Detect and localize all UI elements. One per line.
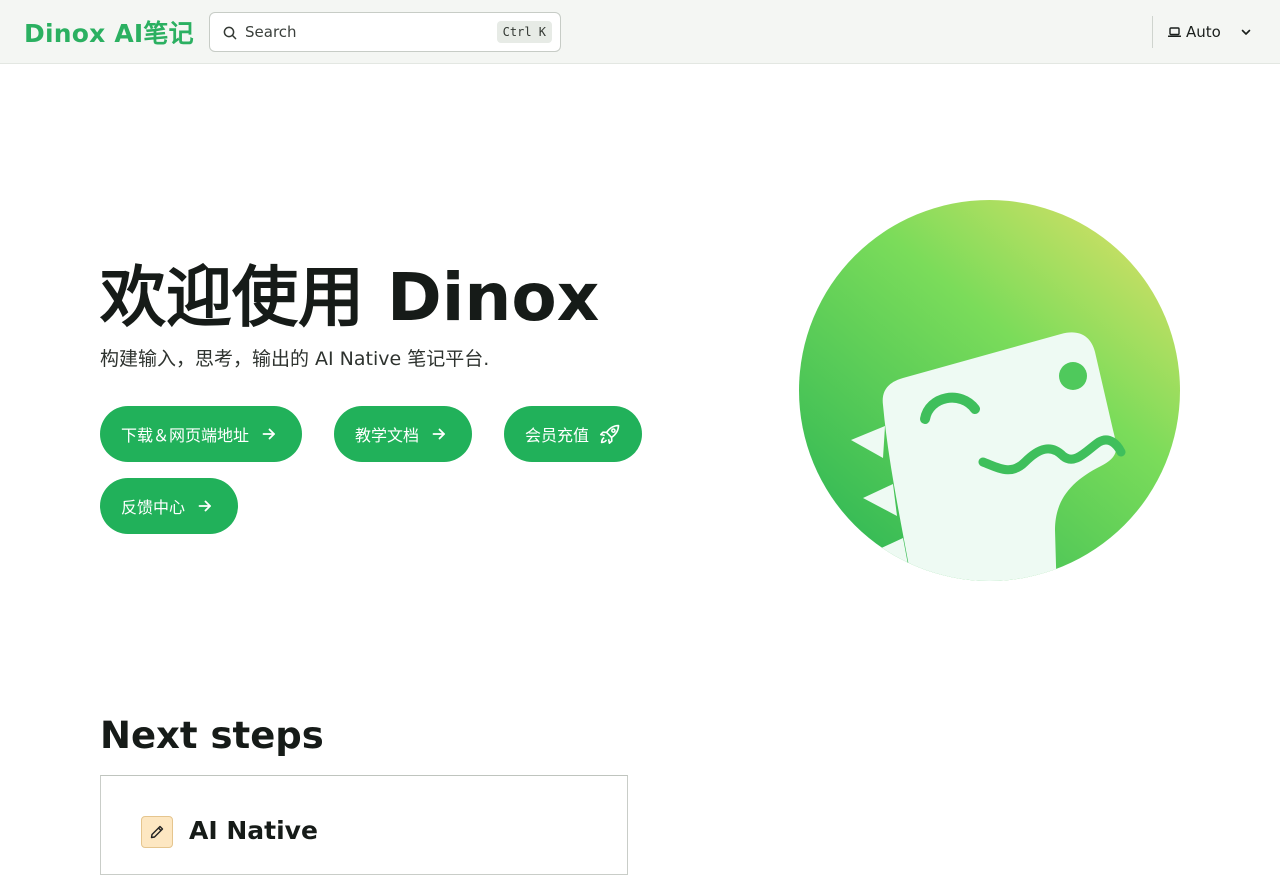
docs-button-label: 教学文档 — [355, 426, 420, 445]
chevron-down-icon — [1241, 29, 1251, 35]
search-icon — [223, 26, 237, 40]
membership-button[interactable]: 会员充值 — [504, 406, 642, 462]
download-button[interactable]: 下载＆网页端地址 — [100, 406, 302, 462]
feature-card-title: AI Native — [189, 816, 318, 845]
feedback-button-label: 反馈中心 — [121, 498, 186, 517]
feedback-button[interactable]: 反馈中心 — [100, 478, 238, 534]
hero-subtitle: 构建输入，思考，输出的 AI Native 笔记平台. — [100, 348, 490, 370]
rocket-icon — [600, 424, 620, 444]
theme-switcher[interactable]: Auto — [1168, 20, 1251, 44]
search-box[interactable]: Search Ctrl K — [209, 12, 561, 52]
arrow-right-icon — [262, 428, 275, 440]
pencil-icon — [141, 816, 173, 848]
site-logo[interactable]: Dinox AI笔记 — [24, 14, 194, 50]
top-navbar: Dinox AI笔记 Search Ctrl K Auto — [0, 0, 1280, 64]
arrow-right-icon — [432, 428, 445, 440]
membership-button-label: 会员充值 — [525, 426, 590, 445]
search-shortcut-hint: Ctrl K — [496, 21, 552, 43]
laptop-icon — [1168, 27, 1181, 38]
hero-title: 欢迎使用 Dinox — [100, 259, 600, 336]
download-button-label: 下载＆网页端地址 — [121, 426, 250, 445]
docs-button[interactable]: 教学文档 — [334, 406, 472, 462]
header-divider — [1152, 16, 1153, 48]
arrow-right-icon — [198, 500, 211, 512]
theme-label: Auto — [1186, 23, 1221, 41]
search-placeholder: Search — [245, 23, 297, 41]
dinox-mascot-logo — [799, 200, 1180, 581]
feature-card-ai-native[interactable]: AI Native — [100, 775, 628, 875]
next-steps-heading: Next steps — [100, 714, 324, 757]
